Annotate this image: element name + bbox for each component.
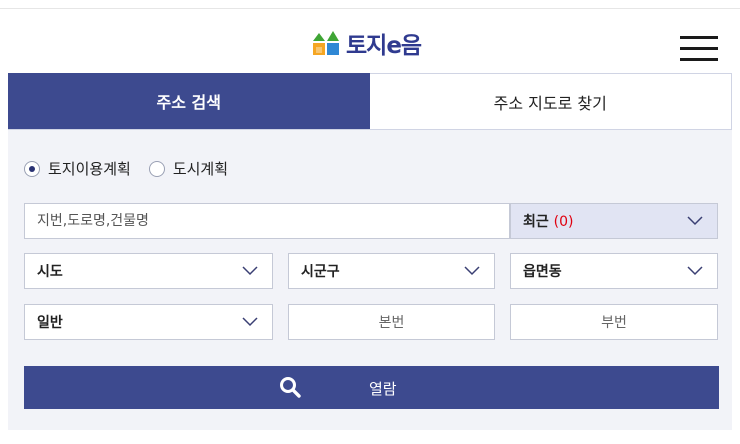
radio-land-use-plan[interactable]: 토지이용계획 xyxy=(24,158,131,179)
view-button[interactable]: 열람 xyxy=(24,366,719,409)
recent-label: 최근 xyxy=(523,214,549,230)
search-icon xyxy=(280,377,301,398)
plan-type-radios: 토지이용계획 도시계획 xyxy=(24,158,246,179)
sub-lot-number-field[interactable]: 부번 xyxy=(510,304,718,340)
chevron-down-icon xyxy=(242,317,258,327)
radio-urban-plan[interactable]: 도시계획 xyxy=(148,158,229,179)
radio-label-land-use: 토지이용계획 xyxy=(48,160,131,178)
radio-unchecked-icon xyxy=(148,160,165,177)
brand-logo[interactable]: 토지e음 xyxy=(312,28,422,59)
tab-address-search[interactable]: 주소 검색 xyxy=(8,73,370,129)
recent-dropdown[interactable]: 최근 (0) xyxy=(510,203,718,239)
view-button-label: 열람 xyxy=(369,380,397,398)
main-lot-number-field[interactable]: 본번 xyxy=(288,304,495,340)
address-search-input[interactable] xyxy=(25,213,509,229)
recent-label-group: 최근 (0) xyxy=(523,211,573,231)
chevron-down-icon xyxy=(687,216,703,226)
recent-count: (0) xyxy=(553,214,574,230)
chevron-down-icon xyxy=(687,266,703,276)
tab-map-search[interactable]: 주소 지도로 찾기 xyxy=(369,73,732,129)
radio-checked-icon xyxy=(24,160,40,177)
eupmyeondong-select[interactable]: 읍면동 xyxy=(510,253,718,289)
chevron-down-icon xyxy=(242,266,258,276)
main-lot-number-placeholder: 본번 xyxy=(378,315,405,331)
chevron-down-icon xyxy=(464,266,480,276)
radio-label-urban: 도시계획 xyxy=(172,160,229,178)
search-tabs: 주소 검색 주소 지도로 찾기 xyxy=(8,73,732,130)
address-search-field xyxy=(24,203,510,239)
menu-button[interactable] xyxy=(680,36,718,62)
sigungu-select[interactable]: 시군구 xyxy=(288,253,495,289)
sido-select[interactable]: 시도 xyxy=(24,253,273,289)
brand-name: 토지e음 xyxy=(346,33,422,59)
lot-type-label: 일반 xyxy=(37,315,63,331)
brand-mark-icon xyxy=(313,31,339,55)
app-header: 토지e음 xyxy=(0,9,740,73)
sub-lot-number-placeholder: 부번 xyxy=(601,315,627,331)
eupmyeondong-label: 읍면동 xyxy=(523,264,562,280)
sigungu-label: 시군구 xyxy=(301,264,340,280)
lot-type-select[interactable]: 일반 xyxy=(24,304,273,340)
sido-label: 시도 xyxy=(37,264,63,280)
